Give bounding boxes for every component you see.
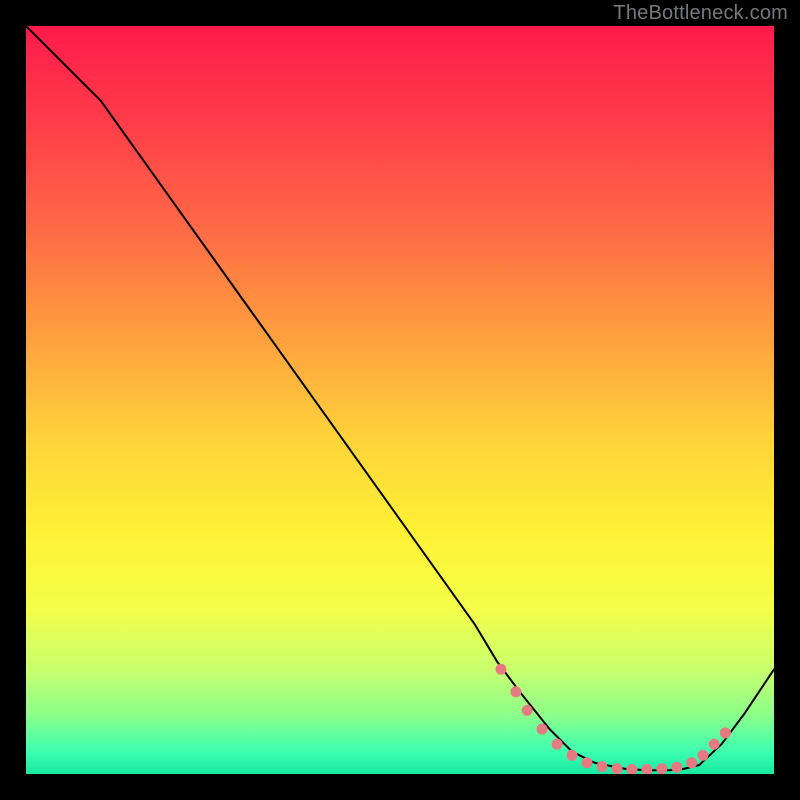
data-point	[697, 750, 708, 761]
data-point	[709, 739, 720, 750]
data-point	[522, 705, 533, 716]
plot-area	[26, 26, 774, 774]
data-point	[567, 750, 578, 761]
data-point	[552, 739, 563, 750]
data-point	[537, 724, 548, 735]
gradient-background	[26, 26, 774, 774]
data-point	[611, 763, 622, 774]
data-point	[720, 727, 731, 738]
data-point	[596, 761, 607, 772]
data-point	[686, 757, 697, 768]
chart-stage: TheBottleneck.com	[0, 0, 800, 800]
chart-svg	[26, 26, 774, 774]
data-point	[495, 664, 506, 675]
data-point	[656, 763, 667, 774]
attribution-label: TheBottleneck.com	[613, 2, 788, 25]
data-point	[582, 757, 593, 768]
data-point	[510, 686, 521, 697]
data-point	[671, 762, 682, 773]
